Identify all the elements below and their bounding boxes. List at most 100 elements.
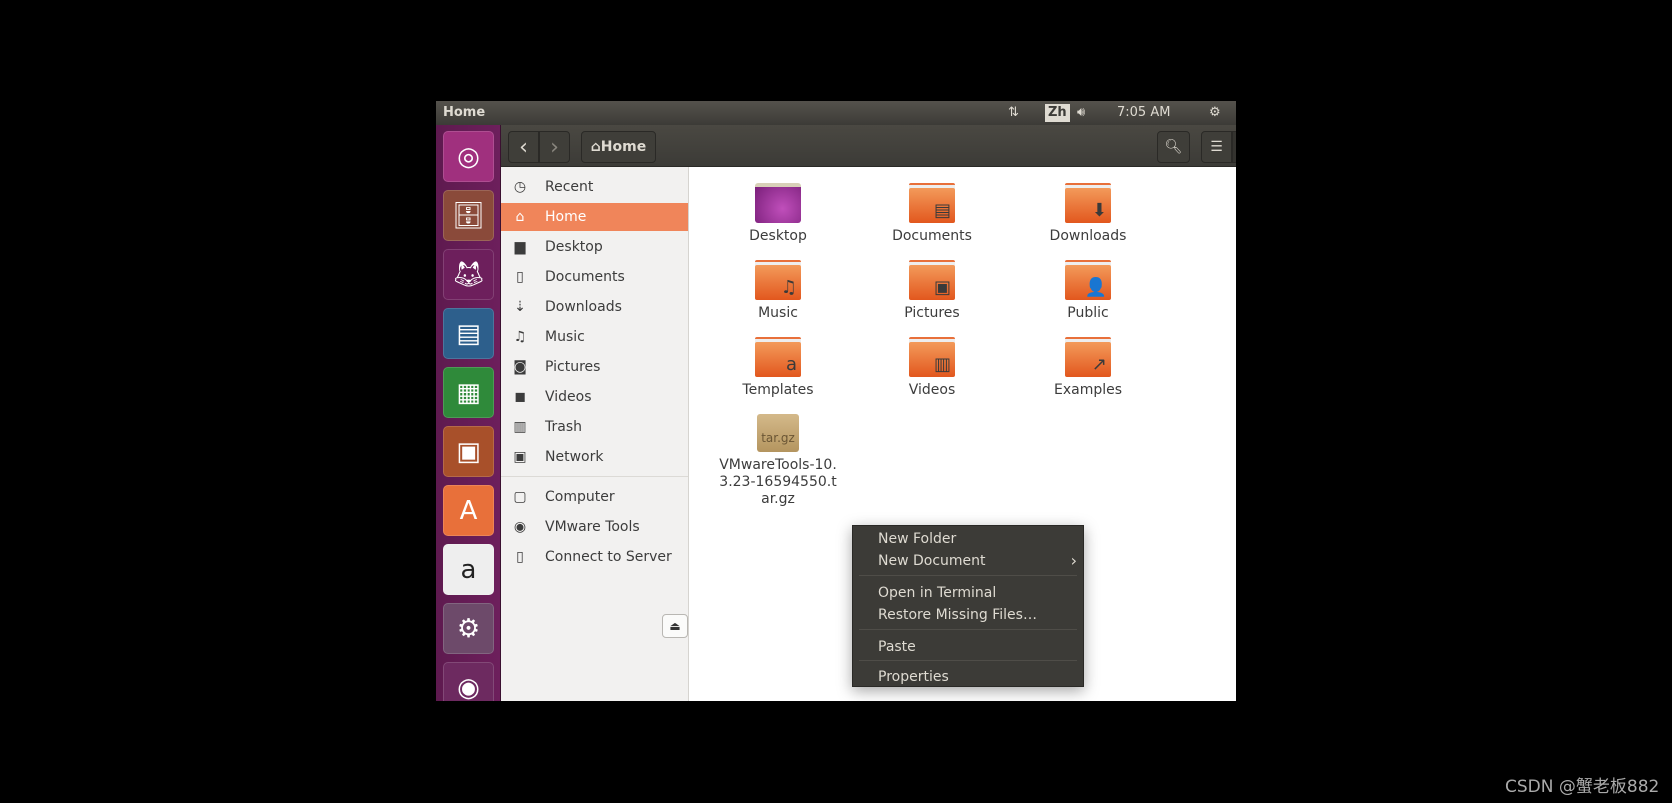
launcher-amazon[interactable]: a <box>443 544 494 595</box>
file-name: VMwareTools-10.3.23-16594550.tar.gz <box>713 457 843 508</box>
sidebar-item-trash[interactable]: ▥ Trash <box>501 413 688 441</box>
file-item-templates[interactable]: a Templates <box>713 337 843 399</box>
menu-item-restore-missing-files[interactable]: Restore Missing Files… <box>853 604 1083 626</box>
files-icon: 🗄︎ <box>451 200 485 231</box>
file-name: Desktop <box>749 228 807 244</box>
menu-item-open-in-terminal[interactable]: Open in Terminal <box>853 582 1083 604</box>
sidebar-item-label: Music <box>545 329 585 345</box>
file-item-examples[interactable]: ↗ Examples <box>1023 337 1153 399</box>
sidebar-item-label: Pictures <box>545 359 601 375</box>
sidebar-item-downloads[interactable]: ⇣ Downloads <box>501 293 688 321</box>
context-menu: New Folder New Document › Open in Terminal R… <box>852 525 1084 687</box>
trash-icon: ▥ <box>513 419 527 435</box>
path-home-button[interactable]: ⌂ Home <box>581 131 656 163</box>
menu-separator <box>859 575 1077 576</box>
grid-view-button[interactable]: ⁙ <box>1232 131 1236 163</box>
file-item-vmwaretools[interactable]: tar.gz VMwareTools-10.3.23-16594550.tar.g… <box>713 414 843 508</box>
launcher-files[interactable]: 🗄︎ <box>443 190 494 241</box>
folder-emblem-icon: ▤ <box>933 200 951 221</box>
launcher-libreoffice-impress[interactable]: ▣ <box>443 426 494 477</box>
list-view-button[interactable]: ☰ <box>1201 131 1232 163</box>
file-item-documents[interactable]: ▤ Documents <box>867 183 997 245</box>
top-panel: Home ⇅ Zh 🔊︎ 7:05 AM ⚙ <box>436 101 1236 125</box>
launcher-firefox[interactable]: 🦊︎ <box>443 249 494 300</box>
search-button[interactable]: 🔍︎ <box>1157 131 1190 163</box>
launcher-libreoffice-writer[interactable]: ▤ <box>443 308 494 359</box>
launcher-dvd[interactable]: ◉ <box>443 662 494 701</box>
ubuntu-dash-icon: ◎ <box>457 141 480 172</box>
sidebar-item-network[interactable]: ▣ Network <box>501 443 688 471</box>
menu-item-new-folder[interactable]: New Folder <box>853 528 1083 550</box>
launcher-system-settings[interactable]: ⚙ <box>443 603 494 654</box>
sidebar-item-music[interactable]: ♫ Music <box>501 323 688 351</box>
menu-item-label: Open in Terminal <box>878 585 997 601</box>
folder-emblem-icon: ♫ <box>780 277 797 298</box>
menu-item-paste[interactable]: Paste <box>853 636 1083 658</box>
file-name: Documents <box>892 228 972 244</box>
archive-icon: tar.gz <box>757 414 799 452</box>
file-manager-window: Home ⇅ Zh 🔊︎ 7:05 AM ⚙ ◎ 🗄︎ 🦊︎ ▤ ▦ ▣ Aa ⚙ ◉ ‹ › … <box>436 101 1236 701</box>
menu-item-label: Properties <box>878 669 949 685</box>
sidebar-item-desktop[interactable]: ▆ Desktop <box>501 233 688 261</box>
forward-button[interactable]: › <box>539 131 570 163</box>
sidebar-item-connect-to-server[interactable]: ▯ Connect to Server <box>501 543 688 571</box>
sidebar-item-home[interactable]: ⌂ Home <box>501 203 688 231</box>
documents-folder-icon: ▤ <box>909 183 955 223</box>
back-button[interactable]: ‹ <box>508 131 539 163</box>
public-folder-icon: 👤 <box>1065 260 1111 300</box>
launcher-ubuntu-software[interactable]: A <box>443 485 494 536</box>
sidebar-item-label: Documents <box>545 269 625 285</box>
file-item-desktop[interactable]: Desktop <box>713 183 843 245</box>
file-item-music[interactable]: ♫ Music <box>713 260 843 322</box>
music-folder-icon: ♫ <box>755 260 801 300</box>
disc-icon: ◉ <box>513 519 527 535</box>
file-item-pictures[interactable]: ▣ Pictures <box>867 260 997 322</box>
dvd-icon: ◉ <box>457 672 480 702</box>
sidebar-item-recent[interactable]: ◷ Recent <box>501 173 688 201</box>
sidebar-item-pictures[interactable]: ◙ Pictures <box>501 353 688 381</box>
menu-item-new-document[interactable]: New Document › <box>853 550 1083 572</box>
file-item-downloads[interactable]: ⬇ Downloads <box>1023 183 1153 245</box>
network-icon: ▣ <box>513 449 527 465</box>
file-name: Music <box>758 305 798 321</box>
camera-icon: ◙ <box>513 359 527 375</box>
launcher-ubuntu-dash[interactable]: ◎ <box>443 131 494 182</box>
file-name: Examples <box>1053 382 1123 398</box>
input-method-indicator[interactable]: Zh <box>1045 104 1070 122</box>
path-label: Home <box>600 139 647 155</box>
sidebar-item-label: Network <box>545 449 604 465</box>
system-settings-icon: ⚙ <box>456 613 481 644</box>
templates-folder-icon: a <box>755 337 801 377</box>
folder-emblem-icon: 👤 <box>1084 277 1107 298</box>
window-title: Home <box>443 105 486 120</box>
sidebar-item-videos[interactable]: ◼ Videos <box>501 383 688 411</box>
menu-item-properties[interactable]: Properties <box>853 666 1083 688</box>
sidebar-item-vmware-tools[interactable]: ◉ VMware Tools <box>501 513 688 541</box>
document-icon: ▯ <box>516 269 524 285</box>
search-icon: 🔍︎ <box>1164 139 1183 155</box>
libreoffice-impress-icon: ▣ <box>456 436 481 467</box>
list-icon: ☰ <box>1210 139 1223 155</box>
pictures-folder-icon: ▣ <box>909 260 955 300</box>
sidebar-item-label: Connect to Server <box>545 549 672 565</box>
sidebar-item-computer[interactable]: ▢ Computer <box>501 483 688 511</box>
volume-icon[interactable]: 🔊︎ <box>1077 105 1085 120</box>
file-item-public[interactable]: 👤 Public <box>1023 260 1153 322</box>
toolbar: ‹ › ⌂Home 🔍︎ ☰ ⁙ <box>501 125 1236 167</box>
power-gear-icon[interactable]: ⚙ <box>1209 105 1221 120</box>
sidebar-item-label: Home <box>545 209 587 225</box>
folder-emblem-icon: ↗ <box>1091 354 1107 375</box>
videos-folder-icon: ▥ <box>909 337 955 377</box>
amazon-icon: a <box>460 554 477 585</box>
sidebar-item-label: Trash <box>545 419 582 435</box>
file-item-videos[interactable]: ▥ Videos <box>867 337 997 399</box>
clock[interactable]: 7:05 AM <box>1117 105 1170 120</box>
eject-icon: ⏏ <box>669 619 681 633</box>
chevron-right-icon: › <box>1070 551 1077 570</box>
sidebar-item-documents[interactable]: ▯ Documents <box>501 263 688 291</box>
network-updown-icon[interactable]: ⇅ <box>1008 105 1019 120</box>
folder-icon: ▆ <box>514 239 526 255</box>
launcher-libreoffice-calc[interactable]: ▦ <box>443 367 494 418</box>
music-icon: ♫ <box>513 329 527 345</box>
eject-button[interactable]: ⏏ <box>662 614 688 638</box>
